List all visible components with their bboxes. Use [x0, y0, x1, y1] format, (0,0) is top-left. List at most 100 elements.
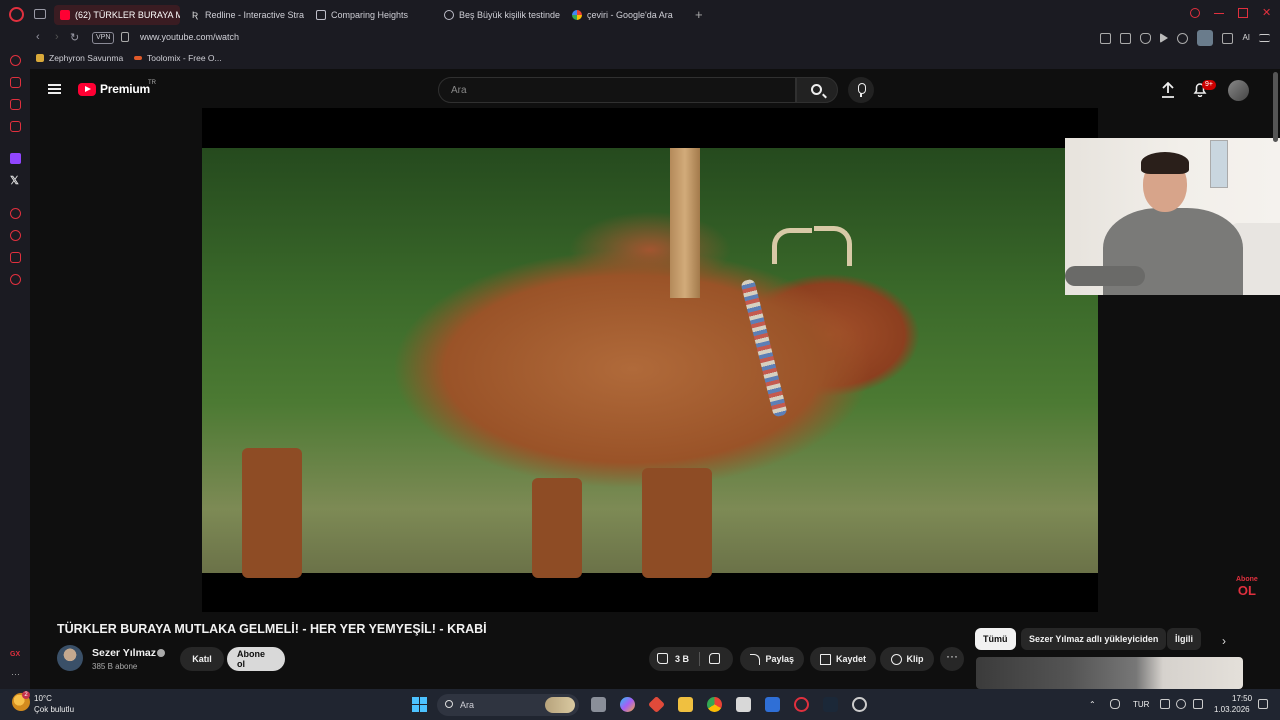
settings-gear-icon[interactable]	[10, 274, 21, 285]
clock-date[interactable]: 1.03.2026	[1214, 705, 1250, 714]
new-tab-icon[interactable]: +	[695, 7, 703, 22]
tab-comparing-heights[interactable]: Comparing Heights	[310, 5, 436, 25]
chip-from-uploader[interactable]: Sezer Yılmaz adlı yükleyiciden	[1021, 628, 1167, 650]
voice-search-mic-icon[interactable]	[848, 77, 874, 103]
tray-chevron-up-icon[interactable]: ⌃	[1089, 700, 1096, 709]
gmail-icon[interactable]	[10, 121, 21, 132]
steam-icon[interactable]	[823, 697, 838, 712]
more-dots-icon[interactable]: ···	[11, 669, 20, 679]
copilot-icon[interactable]	[620, 697, 635, 712]
extensions-icon[interactable]	[10, 252, 21, 263]
weather-description[interactable]: Çok bulutlu	[34, 705, 74, 714]
capture-icon[interactable]	[1120, 32, 1132, 44]
tab-personality-test[interactable]: Beş Büyük kişilik testinde	[438, 5, 562, 25]
opera-gx-icon[interactable]	[852, 697, 867, 712]
windows-start-icon[interactable]	[412, 697, 427, 712]
vpn-badge[interactable]: VPN	[92, 32, 115, 44]
shield-icon[interactable]	[1140, 32, 1152, 44]
profile-avatar[interactable]	[1197, 30, 1214, 46]
clip-button[interactable]: Klip	[880, 647, 934, 671]
opera-logo-icon[interactable]	[9, 7, 24, 22]
chrome-icon[interactable]	[707, 697, 722, 712]
opera-icon[interactable]	[794, 697, 809, 712]
gx-icon[interactable]: GX	[10, 651, 20, 658]
tab-youtube[interactable]: (62) TÜRKLER BURAYA M	[54, 5, 180, 25]
join-button[interactable]: Katıl	[180, 647, 224, 671]
channel-name[interactable]: Sezer Yılmaz	[92, 647, 156, 659]
menu-icon[interactable]	[1259, 34, 1270, 42]
forward-icon[interactable]: ›	[55, 31, 59, 43]
language-indicator[interactable]: TUR	[1133, 700, 1149, 709]
chip-all[interactable]: Tümü	[975, 628, 1016, 650]
workspaces-icon[interactable]	[34, 9, 46, 19]
more-actions-icon[interactable]: ···	[940, 647, 964, 671]
x-twitter-icon[interactable]: 𝕏	[10, 174, 19, 187]
weather-badge: 2	[22, 691, 30, 699]
bookmark-toolomix[interactable]: Toolomix - Free O...	[134, 53, 222, 63]
chevron-right-icon[interactable]: ›	[1222, 634, 1226, 648]
task-view-icon[interactable]	[591, 697, 606, 712]
store-icon[interactable]	[736, 697, 751, 712]
watermark-big-text: OL	[1237, 583, 1256, 598]
user-avatar[interactable]	[1228, 80, 1249, 101]
twitch-icon[interactable]	[10, 153, 21, 164]
reload-icon[interactable]: ↻	[70, 31, 79, 44]
mail-icon[interactable]	[765, 697, 780, 712]
bookmarks-bar: Zephyron Savunma Toolomix - Free O...	[0, 49, 1280, 69]
video-pole	[670, 148, 700, 298]
history-icon[interactable]	[10, 230, 21, 241]
messenger-icon[interactable]	[10, 99, 21, 110]
play-icon[interactable]	[1160, 33, 1169, 43]
thumbs-down-icon[interactable]	[709, 653, 720, 664]
volume-tray-icon[interactable]	[1176, 699, 1186, 709]
screenshot-icon[interactable]	[1100, 32, 1112, 44]
lock-icon[interactable]	[121, 32, 129, 42]
app-red-icon[interactable]	[648, 696, 665, 713]
hamburger-menu-icon[interactable]	[48, 84, 61, 94]
thumbs-up-icon[interactable]	[657, 653, 668, 664]
search-button[interactable]	[796, 77, 838, 103]
scissors-icon	[890, 653, 902, 665]
player-icon[interactable]	[10, 208, 21, 219]
subscribe-watermark[interactable]: Abone OL	[1236, 574, 1258, 598]
download-icon[interactable]	[1222, 32, 1234, 44]
bag-icon[interactable]	[10, 77, 21, 88]
close-icon[interactable]: ✕	[1262, 8, 1272, 19]
chip-related[interactable]: İlgili	[1167, 628, 1201, 650]
battery-tray-icon[interactable]	[1193, 699, 1203, 709]
tab-label: Redline - Interactive Strat	[205, 10, 304, 20]
search-input[interactable]: Ara	[438, 77, 796, 103]
url-field[interactable]: www.youtube.com/watch	[140, 32, 239, 42]
tab-label: Beş Büyük kişilik testinde	[459, 10, 561, 20]
recommended-thumbnails[interactable]	[976, 657, 1243, 689]
clock-time[interactable]: 17:50	[1232, 694, 1252, 703]
video-title: TÜRKLER BURAYA MUTLAKA GELMELİ! - HER YE…	[57, 622, 487, 636]
bookmark-zephyron[interactable]: Zephyron Savunma	[36, 53, 123, 63]
youtube-logo[interactable]: Premium	[78, 82, 150, 96]
weather-temperature[interactable]: 10°C	[34, 694, 52, 703]
upload-icon[interactable]	[1161, 82, 1175, 98]
aria-ai-button[interactable]: AI	[1242, 33, 1250, 44]
maximize-icon[interactable]	[1238, 8, 1248, 18]
mic-tray-icon[interactable]	[1110, 699, 1120, 709]
channel-avatar[interactable]	[57, 645, 83, 671]
file-explorer-icon[interactable]	[678, 697, 693, 712]
tab-redline[interactable]: Ʀ Redline - Interactive Strat	[184, 5, 304, 25]
video-player[interactable]	[202, 108, 1098, 612]
taskbar-search[interactable]: Ara	[437, 694, 579, 716]
save-button[interactable]: Kaydet	[810, 647, 876, 671]
back-icon[interactable]: ‹	[36, 31, 40, 43]
search-tabs-icon[interactable]	[1190, 8, 1200, 18]
notification-center-icon[interactable]	[1258, 699, 1268, 709]
aria-icon[interactable]	[10, 55, 21, 66]
display-tray-icon[interactable]	[1160, 699, 1170, 709]
video-horn	[772, 228, 812, 264]
subscribe-button[interactable]: Abone ol	[227, 647, 285, 671]
like-count[interactable]: 3 B	[675, 654, 689, 664]
webcam-person-arm	[1065, 266, 1145, 286]
heart-icon[interactable]	[1177, 32, 1189, 44]
minimize-icon[interactable]	[1214, 8, 1224, 14]
share-button[interactable]: Paylaş	[740, 647, 804, 671]
tab-google-search[interactable]: çeviri - Google'da Ara	[566, 5, 690, 25]
page-scrollbar[interactable]	[1273, 72, 1278, 142]
